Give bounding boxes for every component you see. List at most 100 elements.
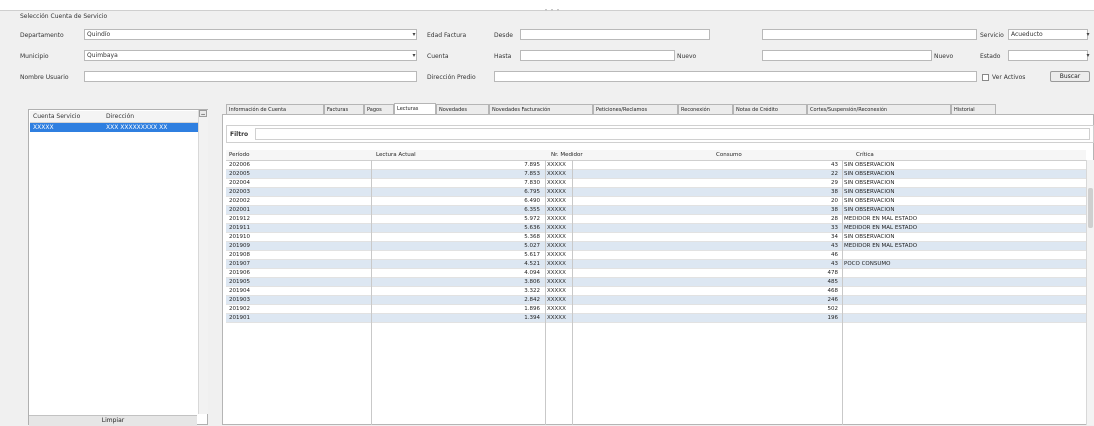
grid-scroll-thumb[interactable] [1088,188,1093,228]
list-item-selected[interactable]: XXXXX XXX XXXXXXXXX XX [30,123,206,132]
cell-periodo: 201910 [229,234,250,240]
limpiar-button[interactable]: Limpiar [29,415,197,426]
cell-lectura-actual: 1.896 [524,306,540,312]
cell-periodo: 201902 [229,306,250,312]
cell-consumo: 22 [831,171,838,177]
table-row[interactable]: 201905 3.806 XXXXX 485 [226,278,1086,287]
cell-periodo: 201912 [229,216,250,222]
table-row[interactable]: 201902 1.896 XXXXX 502 [226,305,1086,314]
table-row[interactable]: 201908 5.617 XXXXX 46 [226,251,1086,260]
servicio-select[interactable]: Acueducto [1008,29,1088,40]
cell-consumo: 43 [831,243,838,249]
chevron-down-icon[interactable]: ▾ [410,30,418,39]
cell-nr-medidor: XXXXX [547,225,566,231]
header-critica[interactable]: Crítica [856,151,874,160]
cell-critica: SIN OBSERVACION [844,180,895,186]
cuentas-list-header: Cuenta Servicio Dirección [30,111,206,123]
cell-consumo: 196 [827,315,839,321]
cuentas-list[interactable]: Cuenta Servicio Dirección XXXXX XXX XXXX… [28,109,208,425]
tab-peticiones-reclamos[interactable]: Peticiones/Reclamos [593,104,678,114]
header-nr-medidor[interactable]: Nr. Medidor [551,151,583,160]
table-row[interactable]: 201909 5.027 XXXXX 43 MEDIDOR EN MAL ESTADO [226,242,1086,251]
table-row[interactable]: 202006 7.895 XXXXX 43 SIN OBSERVACION [226,161,1086,170]
cell-lectura-actual: 7.895 [524,162,540,168]
municipio-select[interactable]: Quimbaya [84,50,417,61]
cell-periodo: 202003 [229,189,250,195]
cell-consumo: 502 [827,306,839,312]
table-row[interactable]: 202001 6.355 XXXXX 38 SIN OBSERVACION [226,206,1086,215]
nombre-usuario-input[interactable] [84,71,417,82]
estado-select[interactable] [1008,50,1088,61]
col-cuenta-servicio[interactable]: Cuenta Servicio [33,113,80,120]
table-row[interactable]: 201907 4.521 XXXXX 43 POCO CONSUMO [226,260,1086,269]
ver-activos-label: Ver Activos [992,74,1026,81]
col-direccion[interactable]: Dirección [106,113,134,120]
ver-activos-checkbox[interactable] [982,74,989,81]
tab-reconexion[interactable]: Reconexión [678,104,733,114]
minus-icon[interactable]: − [199,110,207,118]
cell-consumo: 485 [827,279,839,285]
table-row[interactable]: 201904 3.322 XXXXX 468 [226,287,1086,296]
table-row[interactable]: 201901 1.394 XXXXX 196 [226,314,1086,323]
tab-pagos[interactable]: Pagos [364,104,394,114]
table-row[interactable]: 201903 2.842 XXXXX 246 [226,296,1086,305]
tab-historial[interactable]: Historial [951,104,996,114]
table-row[interactable]: 202005 7.853 XXXXX 22 SIN OBSERVACION [226,170,1086,179]
cell-consumo: 468 [827,288,839,294]
right-mid-input[interactable] [762,50,932,61]
header-consumo[interactable]: Consumo [716,151,742,160]
cell-periodo: 202001 [229,207,250,213]
cell-consumo: 29 [831,180,838,186]
left-scrollbar[interactable] [198,110,208,414]
cell-lectura-actual: 3.322 [524,288,540,294]
estado-label: Estado [980,53,1001,60]
table-header: Período Lectura Actual Nr. Medidor Consu… [226,150,1086,161]
table-row[interactable]: 201912 5.972 XXXXX 28 MEDIDOR EN MAL ESTADO [226,215,1086,224]
tab-novedades-facturacion[interactable]: Novedades Facturación [489,104,593,114]
tab-facturas[interactable]: Facturas [324,104,364,114]
table-row[interactable]: 201910 5.368 XXXXX 34 SIN OBSERVACION [226,233,1086,242]
chevron-down-icon[interactable]: ▾ [1084,30,1092,39]
table-row[interactable]: 202003 6.795 XXXXX 38 SIN OBSERVACION [226,188,1086,197]
municipio-label: Municipio [20,53,49,60]
table-row[interactable]: 202002 6.490 XXXXX 20 SIN OBSERVACION [226,197,1086,206]
cell-nr-medidor: XXXXX [547,216,566,222]
hasta-input[interactable] [520,50,675,61]
cell-periodo: 201903 [229,297,250,303]
nombre-usuario-label: Nombre Usuario [20,74,69,81]
departamento-select[interactable]: Quindío [84,29,417,40]
list-item-cuenta: XXXXX [33,124,54,131]
cell-nr-medidor: XXXXX [547,306,566,312]
table-row[interactable]: 201911 5.636 XXXXX 33 MEDIDOR EN MAL ESTADO [226,224,1086,233]
chevron-down-icon[interactable]: ▾ [1084,51,1092,60]
tab-cortes-suspension[interactable]: Cortes/Suspensión/Reconexión [807,104,951,114]
filtro-input[interactable] [255,128,1090,140]
cell-consumo: 38 [831,189,838,195]
cell-consumo: 46 [831,252,838,258]
header-periodo[interactable]: Período [229,151,250,160]
cell-periodo: 201907 [229,261,250,267]
cell-critica: SIN OBSERVACION [844,198,895,204]
cell-nr-medidor: XXXXX [547,243,566,249]
cell-critica: SIN OBSERVACION [844,207,895,213]
desde-label: Desde [494,32,513,39]
servicio-label: Servicio [980,32,1004,39]
direccion-predio-input[interactable] [494,71,977,82]
desde-input[interactable] [520,29,710,40]
table-row[interactable]: 202004 7.830 XXXXX 29 SIN OBSERVACION [226,179,1086,188]
buscar-button[interactable]: Buscar [1050,71,1090,82]
cell-lectura-actual: 1.394 [524,315,540,321]
cell-critica: SIN OBSERVACION [844,234,895,240]
cell-lectura-actual: 2.842 [524,297,540,303]
cell-consumo: 33 [831,225,838,231]
cell-nr-medidor: XXXXX [547,198,566,204]
table-row[interactable]: 201906 4.094 XXXXX 478 [226,269,1086,278]
cell-lectura-actual: 5.617 [524,252,540,258]
right-top-input[interactable] [762,29,977,40]
cell-nr-medidor: XXXXX [547,171,566,177]
chevron-down-icon[interactable]: ▾ [410,51,418,60]
tab-novedades[interactable]: Novedades [436,104,489,114]
header-lectura-actual[interactable]: Lectura Actual [376,151,416,160]
tab-notas-credito[interactable]: Notas de Crédito [733,104,807,114]
tab-informacion-cuenta[interactable]: Información de Cuenta [226,104,324,114]
